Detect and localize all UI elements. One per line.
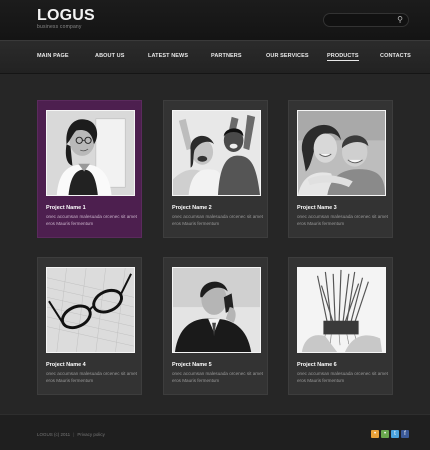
nav-item-products[interactable]: PRODUCTS	[327, 53, 359, 61]
privacy-policy-link[interactable]: Privacy policy	[77, 432, 105, 437]
project-card-1[interactable]: Project Name 1 onec accumsan malesuada o…	[37, 100, 142, 238]
nav-item-about-us[interactable]: ABOUT US	[95, 53, 125, 59]
search-input[interactable]	[330, 15, 394, 25]
header: LOGUS business company ⚲	[0, 0, 430, 40]
facebook-icon[interactable]: f	[401, 430, 409, 438]
nav-item-latest-news[interactable]: LATEST NEWS	[148, 53, 188, 59]
project-description: onec accumsan malesuada orcenec sit amet…	[46, 371, 137, 383]
project-description: onec accumsan malesuada orcenec sit amet…	[297, 371, 388, 383]
project-title[interactable]: Project Name 1	[46, 205, 86, 211]
project-card-5[interactable]: Project Name 5 onec accumsan malesuada o…	[163, 257, 268, 395]
nav-item-our-services[interactable]: OUR SERVICES	[266, 53, 309, 59]
search-icon[interactable]: ⚲	[397, 15, 403, 24]
rss-icon[interactable]: •	[371, 430, 379, 438]
share-icon[interactable]: •	[381, 430, 389, 438]
project-title[interactable]: Project Name 2	[172, 205, 212, 211]
project-photo-smiling-couple[interactable]	[297, 110, 386, 196]
logo[interactable]: LOGUS	[37, 7, 95, 25]
project-description: onec accumsan malesuada orcenec sit amet…	[297, 214, 388, 226]
project-card-2[interactable]: Project Name 2 onec accumsan malesuada o…	[163, 100, 268, 238]
nav-item-main-page[interactable]: MAIN PAGE	[37, 53, 69, 59]
twitter-icon[interactable]: t	[391, 430, 399, 438]
project-photo-plant-in-hands[interactable]	[297, 267, 386, 353]
project-photo-glasses-on-paper[interactable]	[46, 267, 135, 353]
footer-separator: |	[73, 432, 75, 437]
project-title[interactable]: Project Name 5	[172, 362, 212, 368]
project-title[interactable]: Project Name 6	[297, 362, 337, 368]
tagline: business company	[37, 24, 82, 30]
search-box[interactable]: ⚲	[323, 13, 409, 27]
copyright: LOGUS (c) 2011 | Privacy policy	[37, 432, 105, 437]
nav-item-partners[interactable]: PARTNERS	[211, 53, 242, 59]
project-card-6[interactable]: Project Name 6 onec accumsan malesuada o…	[288, 257, 393, 395]
social-links: • • t f	[371, 430, 409, 438]
project-photo-cheering-couple[interactable]	[172, 110, 261, 196]
project-photo-woman-with-glasses[interactable]	[46, 110, 135, 196]
project-description: onec accumsan malesuada orcenec sit amet…	[46, 214, 137, 226]
project-title[interactable]: Project Name 4	[46, 362, 86, 368]
project-photo-man-on-phone[interactable]	[172, 267, 261, 353]
main-nav: MAIN PAGE ABOUT US LATEST NEWS PARTNERS …	[0, 40, 430, 74]
nav-item-contacts[interactable]: CONTACTS	[380, 53, 411, 59]
copyright-text: LOGUS (c) 2011	[37, 432, 71, 437]
footer: LOGUS (c) 2011 | Privacy policy • • t f	[0, 414, 430, 450]
project-description: onec accumsan malesuada orcenec sit amet…	[172, 371, 263, 383]
project-title[interactable]: Project Name 3	[297, 205, 337, 211]
project-card-4[interactable]: Project Name 4 onec accumsan malesuada o…	[37, 257, 142, 395]
project-description: onec accumsan malesuada orcenec sit amet…	[172, 214, 263, 226]
project-card-3[interactable]: Project Name 3 onec accumsan malesuada o…	[288, 100, 393, 238]
